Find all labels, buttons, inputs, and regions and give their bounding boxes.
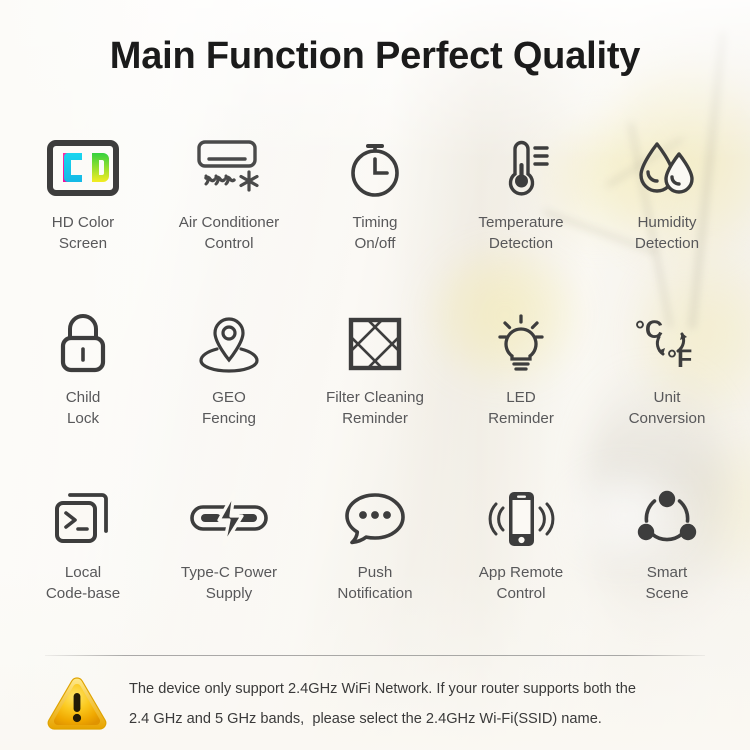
feature-label: Unit Conversion xyxy=(628,389,706,427)
air-conditioner-icon xyxy=(156,132,302,206)
feature-grid: HD Color Screen Air Conditioner Control … xyxy=(10,128,740,653)
warning-triangle-icon xyxy=(45,672,109,734)
celsius-fahrenheit-icon: °C °F xyxy=(594,307,740,381)
padlock-icon xyxy=(10,307,156,381)
feature-item-smart-scene: Smart Scene xyxy=(594,478,740,653)
feature-item-local-code-base: Local Code-base xyxy=(10,478,156,653)
feature-item-filter-cleaning-reminder: Filter Cleaning Reminder xyxy=(302,303,448,478)
thermometer-icon xyxy=(448,132,594,206)
feature-label: Child Lock xyxy=(65,389,101,427)
feature-label: Timing On/off xyxy=(352,214,398,252)
feature-label: LED Reminder xyxy=(488,389,554,427)
feature-item-led-reminder: LED Reminder xyxy=(448,303,594,478)
light-bulb-icon xyxy=(448,307,594,381)
feature-label: App Remote Control xyxy=(478,564,564,602)
feature-item-child-lock: Child Lock xyxy=(10,303,156,478)
terminal-window-icon xyxy=(10,482,156,556)
map-pin-icon xyxy=(156,307,302,381)
led-screen-icon xyxy=(10,132,156,206)
speech-bubble-icon xyxy=(302,482,448,556)
feature-item-hd-color-screen: HD Color Screen xyxy=(10,128,156,303)
usb-c-bolt-icon xyxy=(156,482,302,556)
feature-label: Smart Scene xyxy=(645,564,689,602)
feature-label: Filter Cleaning Reminder xyxy=(326,389,424,427)
water-droplets-icon xyxy=(594,132,740,206)
wifi-notice-text: The device only support 2.4GHz WiFi Netw… xyxy=(129,672,636,734)
page-title: Main Function Perfect Quality xyxy=(109,35,641,77)
feature-label: Local Code-base xyxy=(45,564,121,602)
feature-label: HD Color Screen xyxy=(51,214,115,252)
feature-item-geo-fencing: GEO Fencing xyxy=(156,303,302,478)
feature-label: Air Conditioner Control xyxy=(178,214,280,252)
feature-label: GEO Fencing xyxy=(201,389,257,427)
feature-item-type-c-power-supply: Type-C Power Supply xyxy=(156,478,302,653)
feature-item-push-notification: Push Notification xyxy=(302,478,448,653)
feature-item-temperature-detection: Temperature Detection xyxy=(448,128,594,303)
filter-mesh-icon xyxy=(302,307,448,381)
footer-divider xyxy=(45,655,705,656)
wifi-notice-line-2: 2.4 GHz and 5 GHz bands, please select t… xyxy=(129,711,602,727)
feature-label: Type-C Power Supply xyxy=(180,564,278,602)
feature-item-humidity-detection: Humidity Detection xyxy=(594,128,740,303)
smartphone-signal-icon xyxy=(448,482,594,556)
stopwatch-timer-icon xyxy=(302,132,448,206)
feature-item-air-conditioner-control: Air Conditioner Control xyxy=(156,128,302,303)
feature-item-unit-conversion: °C °F Unit Conversion xyxy=(594,303,740,478)
wifi-notice: The device only support 2.4GHz WiFi Netw… xyxy=(45,672,710,734)
product-feature-page: Main Function Perfect Quality HD Color S… xyxy=(0,0,750,750)
feature-label: Humidity Detection xyxy=(634,214,700,252)
wifi-notice-line-1: The device only support 2.4GHz WiFi Netw… xyxy=(129,681,636,697)
feature-item-timing-on-off: Timing On/off xyxy=(302,128,448,303)
share-nodes-icon xyxy=(594,482,740,556)
feature-label: Push Notification xyxy=(337,564,413,602)
feature-label: Temperature Detection xyxy=(478,214,564,252)
feature-item-app-remote-control: App Remote Control xyxy=(448,478,594,653)
